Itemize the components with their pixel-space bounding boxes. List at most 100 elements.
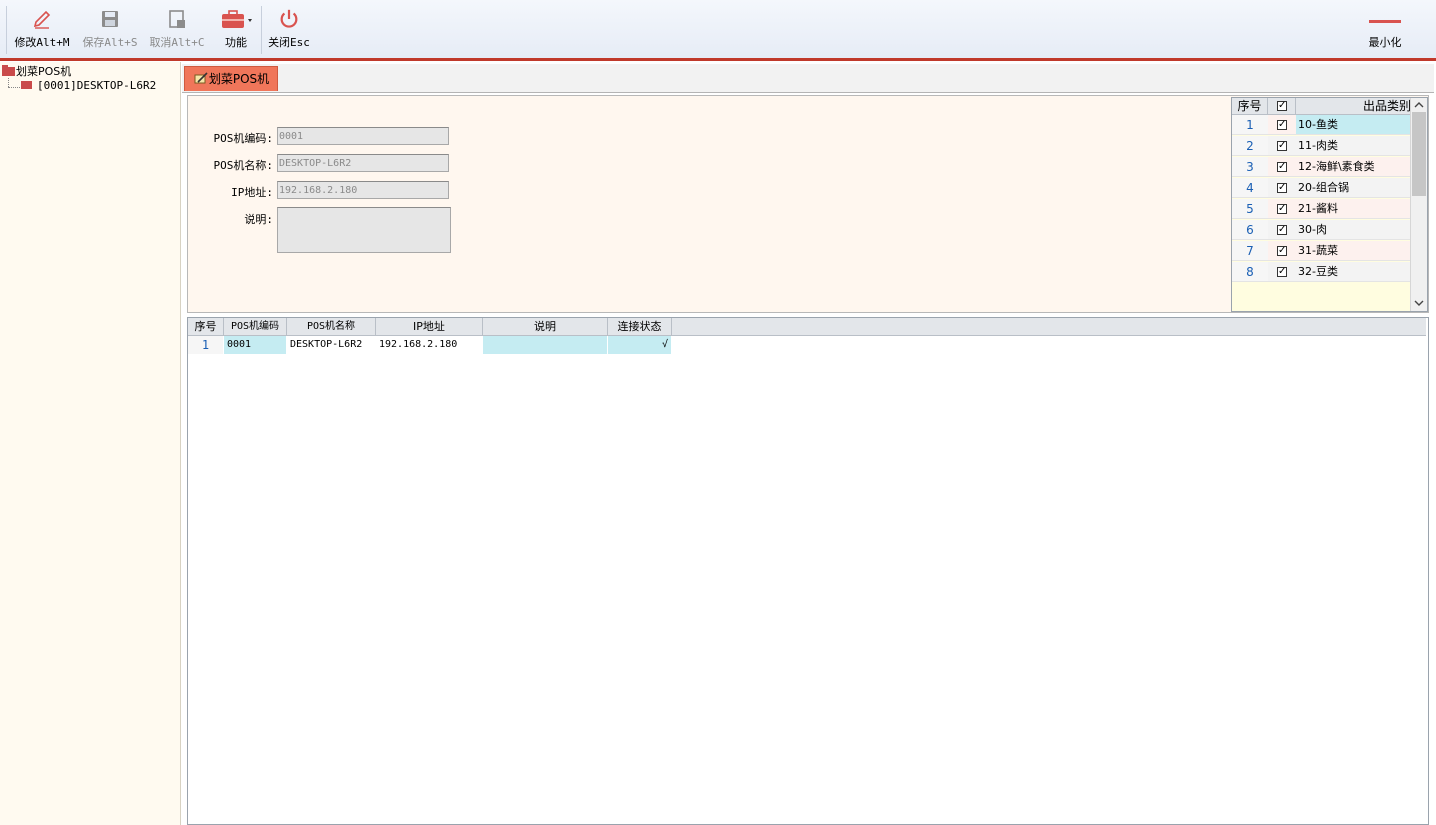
scroll-down-icon[interactable] — [1414, 299, 1424, 307]
cat-header-category: 出品类别 — [1362, 99, 1411, 113]
category-seq: 1 — [1232, 115, 1268, 135]
category-row[interactable]: 8 ✓ 32-豆类 — [1232, 262, 1411, 283]
category-row[interactable]: 4 ✓ 20-组合锅 — [1232, 178, 1411, 199]
folder-icon — [2, 65, 15, 76]
tree-node-desktop[interactable]: [0001]DESKTOP-L6R2 — [21, 79, 156, 93]
checkbox-icon: ✓ — [1277, 140, 1287, 151]
category-row[interactable]: 2 ✓ 11-肉类 — [1232, 136, 1411, 157]
category-checkbox-cell[interactable]: ✓ — [1268, 262, 1296, 282]
function-label: 功能 — [225, 36, 247, 49]
list-cell-desc[interactable] — [483, 336, 607, 354]
minimize-button[interactable]: 最小化 — [1360, 4, 1410, 56]
category-name: 30-肉 — [1296, 220, 1411, 240]
save-label: 保存Alt+S — [82, 36, 138, 49]
list-cell-name[interactable]: DESKTOP-L6R2 — [287, 336, 375, 354]
function-button[interactable]: 功能 — [214, 4, 258, 56]
list-header-code: POS机编码 — [224, 318, 287, 336]
ip-field[interactable]: 192.168.2.180 — [277, 181, 449, 199]
tab-pos-machine[interactable]: 划菜POS机 — [184, 66, 278, 91]
minimize-label: 最小化 — [1368, 36, 1402, 49]
category-seq: 2 — [1232, 136, 1268, 156]
scroll-thumb[interactable] — [1412, 112, 1426, 196]
checkbox-icon: ✓ — [1277, 119, 1287, 130]
edit-note-icon — [194, 72, 208, 84]
tree-root-label: 划菜POS机 — [16, 65, 72, 78]
main-area: 划菜POS机 POS机编码: 0001 POS机名称: DESKTOP-L6R2… — [182, 62, 1436, 825]
category-checkbox-cell[interactable]: ✓ — [1268, 241, 1296, 261]
pencil-icon — [33, 10, 51, 29]
category-seq: 7 — [1232, 241, 1268, 261]
name-field[interactable]: DESKTOP-L6R2 — [277, 154, 449, 172]
category-row[interactable]: 1 ✓ 10-鱼类 — [1232, 115, 1411, 136]
category-checkbox-cell[interactable]: ✓ — [1268, 220, 1296, 240]
ip-label: IP地址: — [231, 186, 273, 199]
edit-button[interactable]: 修改Alt+M — [10, 4, 74, 56]
checkbox-icon: ✓ — [1277, 100, 1287, 111]
toolbar-separator-left — [6, 6, 7, 54]
category-row[interactable]: 3 ✓ 12-海鲜\素食类 — [1232, 157, 1411, 178]
list-header-name: POS机名称 — [287, 318, 376, 336]
cancel-button[interactable]: 取消Alt+C — [146, 4, 208, 56]
tree-pane: 划菜POS机 [0001]DESKTOP-L6R2 — [0, 62, 181, 825]
category-seq: 6 — [1232, 220, 1268, 240]
power-icon — [280, 9, 298, 28]
checkbox-icon: ✓ — [1277, 224, 1287, 235]
category-name: 10-鱼类 — [1296, 115, 1411, 135]
save-button[interactable]: 保存Alt+S — [78, 4, 142, 56]
tab-strip: 划菜POS机 — [182, 64, 1434, 93]
category-name: 12-海鲜\素食类 — [1296, 157, 1411, 177]
category-checkbox-cell[interactable]: ✓ — [1268, 157, 1296, 177]
close-label: 关闭Esc — [268, 36, 310, 49]
desc-label: 说明: — [244, 213, 273, 226]
list-cell-seq[interactable]: 1 — [188, 336, 223, 354]
list-cell-status[interactable]: √ — [608, 336, 671, 354]
checkbox-icon: ✓ — [1277, 245, 1287, 256]
detail-form: POS机编码: 0001 POS机名称: DESKTOP-L6R2 IP地址: … — [187, 95, 1429, 313]
tree-node-label: [0001]DESKTOP-L6R2 — [37, 79, 157, 92]
list-header-seq: 序号 — [188, 318, 224, 336]
edit-label: 修改Alt+M — [14, 36, 70, 49]
category-scrollbar[interactable] — [1410, 98, 1427, 311]
cat-header-check-all[interactable]: ✓ — [1268, 98, 1296, 114]
list-header-status: 连接状态 — [608, 318, 672, 336]
checkbox-icon: ✓ — [1277, 161, 1287, 172]
pos-node-icon — [21, 81, 32, 89]
code-field[interactable]: 0001 — [277, 127, 449, 145]
floppy-disk-icon — [102, 11, 118, 27]
category-seq: 5 — [1232, 199, 1268, 219]
toolbar: 修改Alt+M 保存Alt+S 取消Alt+C 功能 关闭Esc 最小化 — [0, 0, 1436, 59]
category-name: 11-肉类 — [1296, 136, 1411, 156]
list-cell-ip[interactable]: 192.168.2.180 — [376, 336, 482, 354]
tree-root[interactable]: 划菜POS机 — [2, 65, 71, 79]
list-header-desc: 说明 — [483, 318, 608, 336]
toolbar-accent-line — [0, 58, 1436, 61]
name-label: POS机名称: — [213, 159, 274, 172]
category-row[interactable]: 7 ✓ 31-蔬菜 — [1232, 241, 1411, 262]
toolbar-separator — [261, 6, 262, 54]
category-row[interactable]: 6 ✓ 30-肉 — [1232, 220, 1411, 241]
category-checkbox-cell[interactable]: ✓ — [1268, 199, 1296, 219]
pos-list-grid: 序号 POS机编码 POS机名称 IP地址 说明 连接状态 1 0001 DESKT… — [187, 317, 1429, 825]
cancel-document-icon — [169, 10, 185, 28]
category-grid-header: 序号 ✓ 出品类别 — [1232, 98, 1411, 115]
category-name: 31-蔬菜 — [1296, 241, 1411, 261]
code-label: POS机编码: — [213, 132, 274, 145]
minimize-icon — [1369, 20, 1401, 23]
category-row[interactable]: 5 ✓ 21-酱料 — [1232, 199, 1411, 220]
desc-field[interactable] — [277, 207, 451, 253]
checkbox-icon: ✓ — [1277, 266, 1287, 277]
category-seq: 8 — [1232, 262, 1268, 282]
category-seq: 4 — [1232, 178, 1268, 198]
category-grid: 序号 ✓ 出品类别 1 ✓ 10-鱼类 2 ✓ 11-肉类 3 ✓ 12-海鲜\素食类 4 ✓ 20-… — [1231, 97, 1428, 312]
category-checkbox-cell[interactable]: ✓ — [1268, 136, 1296, 156]
scroll-up-icon[interactable] — [1414, 101, 1424, 109]
list-header-filler — [672, 318, 1426, 336]
tab-label: 划菜POS机 — [208, 72, 270, 86]
list-cell-code[interactable]: 0001 — [224, 336, 286, 354]
category-name: 32-豆类 — [1296, 262, 1411, 282]
close-button[interactable]: 关闭Esc — [264, 4, 314, 56]
category-checkbox-cell[interactable]: ✓ — [1268, 178, 1296, 198]
category-seq: 3 — [1232, 157, 1268, 177]
tree-connector-h — [8, 87, 20, 89]
category-checkbox-cell[interactable]: ✓ — [1268, 115, 1296, 135]
